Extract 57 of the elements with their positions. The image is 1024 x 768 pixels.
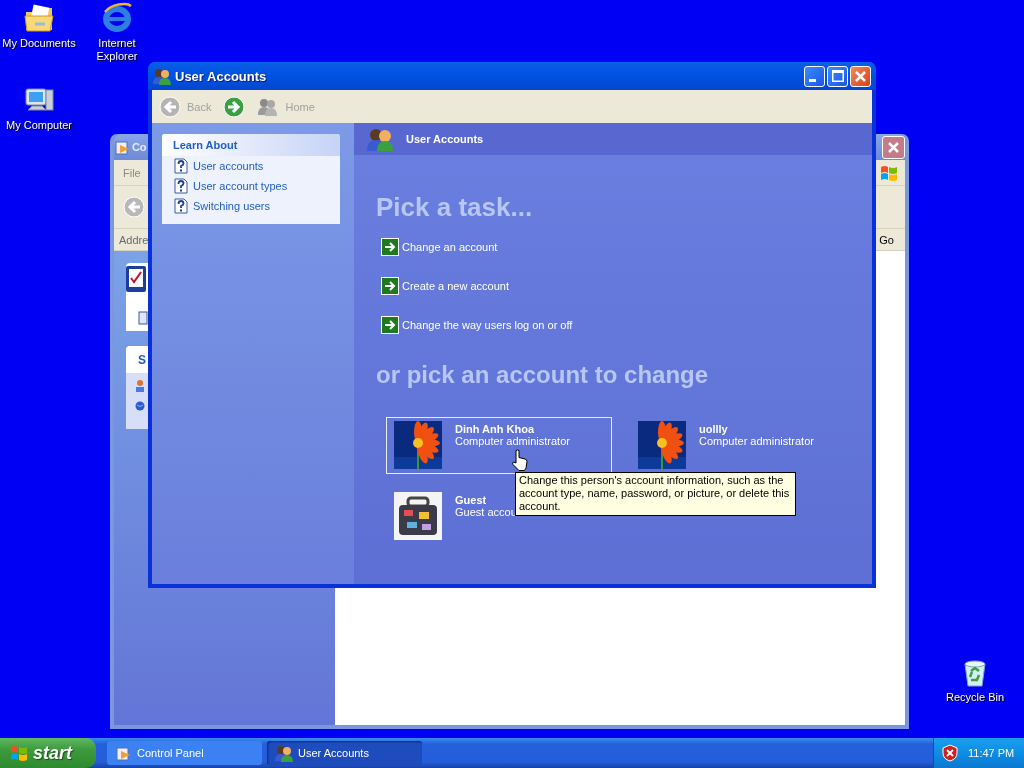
minimize-icon [809,78,816,82]
close-button[interactable] [850,65,871,87]
icon-label[interactable]: Internet Explorer [78,37,156,63]
users-icon [153,67,171,85]
taskbar-button[interactable]: Control Panel [107,741,262,765]
task-link[interactable]: Change an account [402,241,498,253]
maximize-icon [831,70,844,82]
browser-icon[interactable] [101,2,133,34]
control-panel-icon [114,138,131,156]
document-icon [138,311,148,325]
account-type: Computer administrator [699,435,814,447]
help-icon [174,158,188,174]
close-button[interactable] [882,135,905,159]
back-icon [159,95,181,118]
account-name: uollly [699,423,729,435]
windows-logo-icon [9,743,29,763]
taskbar-button[interactable]: User Accounts [267,741,422,765]
header-title: User Accounts [406,133,484,145]
control-panel-icon [115,744,132,762]
tooltip: Change this person's account information, such as the account type, name, password, or picture, or delete this account. [515,472,796,516]
address-label: Addre [119,233,149,246]
maximize-button[interactable] [827,65,848,87]
task-link[interactable]: Create a new account [402,280,509,292]
account-name: Dinh Anh Khoa [455,423,536,435]
icon-label[interactable]: Recycle Bin [945,691,1005,704]
section-heading: Pick a task... [376,192,534,222]
account-tile[interactable]: uollly Computer administrator [630,417,815,474]
help-link[interactable]: Switching users [193,200,271,212]
users-icon [275,744,293,762]
start-button[interactable]: start [0,738,96,768]
task-link[interactable]: Change the way users log on or off [402,319,573,331]
help-icon [174,198,188,214]
clock: 11:47 PM [968,747,1015,759]
account-type: Computer administrator [455,435,570,447]
panel-heading: S [138,352,146,367]
icon-label[interactable]: My Computer [6,119,72,132]
help-link[interactable]: User account types [193,180,288,192]
shield-icon [942,744,958,762]
window-title: User Accounts [175,68,267,84]
menu-item[interactable]: File [123,166,141,179]
users-icon [257,96,280,117]
forward-icon [223,95,246,118]
help-icon [174,178,188,194]
account-name: Guest [455,494,488,506]
minimize-button[interactable] [804,65,825,87]
shapes-icon [135,379,145,393]
icon-label[interactable]: My Documents [2,37,76,50]
go-button[interactable]: Go [879,233,894,246]
close-icon [855,70,866,82]
folder-icon[interactable] [23,2,55,34]
help-link[interactable]: User accounts [193,160,264,172]
close-icon [888,141,899,153]
users-icon [366,127,396,151]
section-heading: or pick an account to change [376,360,710,390]
pointer-icon [511,449,528,471]
window-title: Co [132,141,147,153]
panel-heading: Learn About [162,134,340,156]
